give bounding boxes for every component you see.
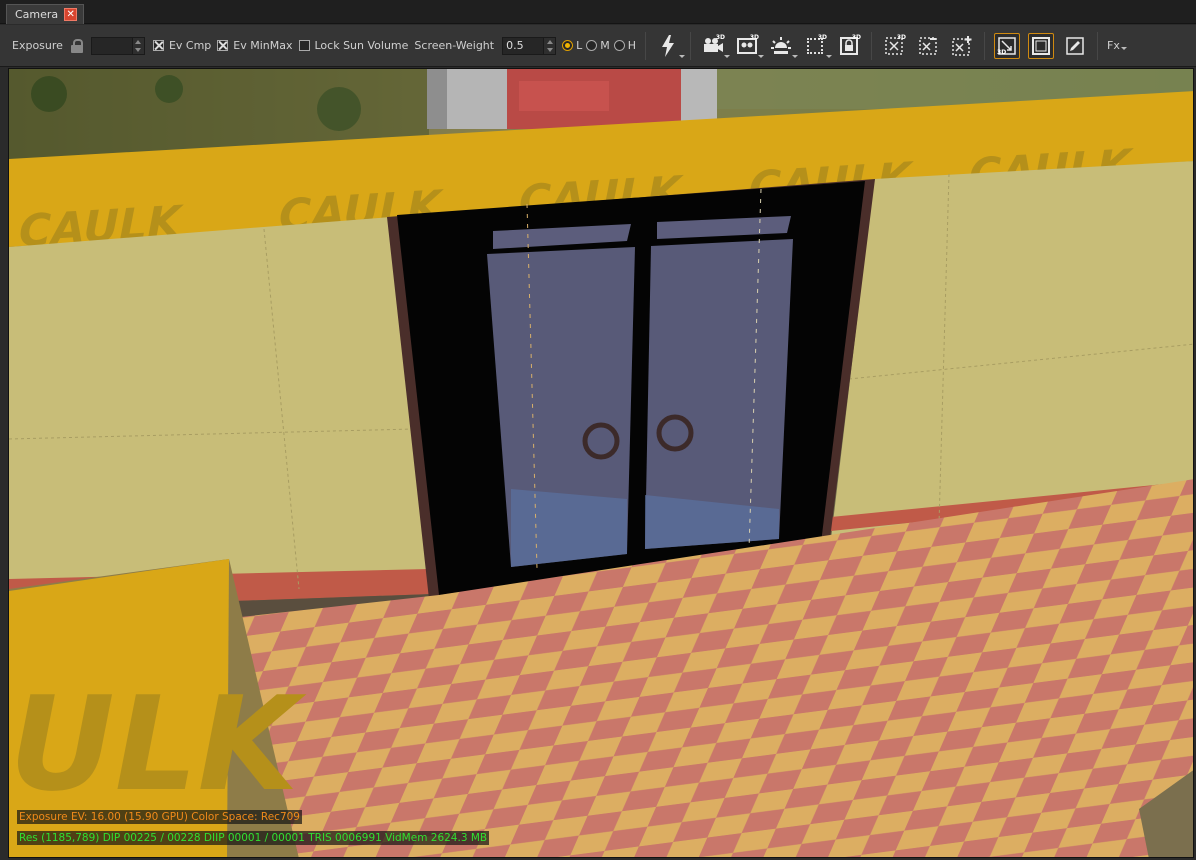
quality-med-label: M: [600, 39, 610, 52]
screen-weight-input[interactable]: [502, 36, 545, 55]
tab-camera[interactable]: Camera ✕: [6, 4, 85, 24]
pencil-icon: [1066, 36, 1084, 55]
quality-low-option[interactable]: L: [562, 39, 582, 52]
lightning-icon: [662, 34, 675, 57]
resize-3d-button[interactable]: 3D: [994, 32, 1021, 59]
toolbar-separator: [871, 31, 873, 60]
ev-minmax-checkbox[interactable]: [217, 40, 229, 51]
quality-high-label: H: [627, 39, 637, 52]
exposure-stats: Exposure EV: 16.00 (15.90 GPU) Color Spa…: [17, 810, 302, 824]
lock-sun-label: Lock Sun Volume: [314, 39, 409, 52]
sun-icon: [771, 36, 792, 54]
quality-med-option[interactable]: M: [586, 39, 610, 52]
ev-minmax-toggle[interactable]: Ev MinMax: [217, 39, 293, 52]
quality-low-label: L: [576, 39, 583, 52]
cross-minus-icon: [919, 36, 937, 55]
lock-3d-button[interactable]: 3D: [836, 33, 862, 59]
toolbar-separator: [690, 31, 692, 60]
exposure-spinner[interactable]: [132, 36, 145, 55]
quality-high-option[interactable]: H: [613, 39, 637, 52]
fx-menu[interactable]: Fx: [1107, 39, 1120, 52]
lock-sun-toggle[interactable]: Lock Sun Volume: [298, 39, 409, 52]
toolbar-separator: [984, 31, 986, 60]
scene-render: CAULK CAULK CAULK CAULK CAULK: [9, 69, 1193, 857]
frame-icon: [1032, 36, 1051, 55]
tab-strip: Camera ✕: [0, 0, 1196, 24]
ev-cmp-label: Ev Cmp: [168, 39, 212, 52]
camera-3d-button[interactable]: 3D: [700, 33, 731, 59]
camera-toolbar: Exposure Ev Cmp Ev MinMax Lock Sun Volum…: [0, 25, 1196, 67]
camera-viewport[interactable]: CAULK CAULK CAULK CAULK CAULK: [8, 68, 1194, 858]
lock-icon[interactable]: [70, 38, 83, 53]
view-3d-button[interactable]: 3D: [734, 33, 765, 59]
lightning-button[interactable]: [655, 33, 686, 59]
close-icon[interactable]: ✕: [64, 8, 78, 21]
select-3d-button[interactable]: 3D: [881, 33, 907, 59]
quality-med-radio[interactable]: [586, 40, 598, 51]
toolbar-separator: [1097, 31, 1099, 60]
lock-sun-checkbox[interactable]: [298, 40, 310, 51]
tab-label: Camera: [15, 8, 59, 21]
remove-button[interactable]: [915, 33, 941, 59]
object-3d-button[interactable]: 3D: [802, 33, 833, 59]
screen-weight-spinner[interactable]: [544, 36, 557, 55]
toolbar-separator: [645, 31, 647, 60]
edit-button[interactable]: [1062, 33, 1088, 59]
cross-plus-icon: [952, 35, 972, 56]
add-button[interactable]: [949, 33, 975, 59]
svg-text:CAULK: CAULK: [9, 668, 307, 820]
render-stats: Exposure EV: 16.00 (15.90 GPU) Color Spa…: [17, 810, 490, 845]
screen-weight-label: Screen-Weight: [414, 39, 495, 52]
exposure-input[interactable]: [90, 36, 133, 55]
caulk-texture-front: CAULK: [9, 668, 307, 820]
frame-button[interactable]: [1028, 32, 1055, 59]
ev-minmax-label: Ev MinMax: [233, 39, 293, 52]
ev-cmp-checkbox[interactable]: [152, 40, 164, 51]
sun-light-button[interactable]: [768, 33, 799, 59]
quality-high-radio[interactable]: [613, 40, 625, 51]
exposure-label: Exposure: [12, 39, 63, 52]
quality-low-radio[interactable]: [562, 40, 574, 51]
render-perf-stats: Res (1185,789) DIP 00225 / 00228 DIIP 00…: [17, 831, 490, 845]
chevron-down-icon: [1120, 47, 1127, 50]
ev-cmp-toggle[interactable]: Ev Cmp: [152, 39, 212, 52]
